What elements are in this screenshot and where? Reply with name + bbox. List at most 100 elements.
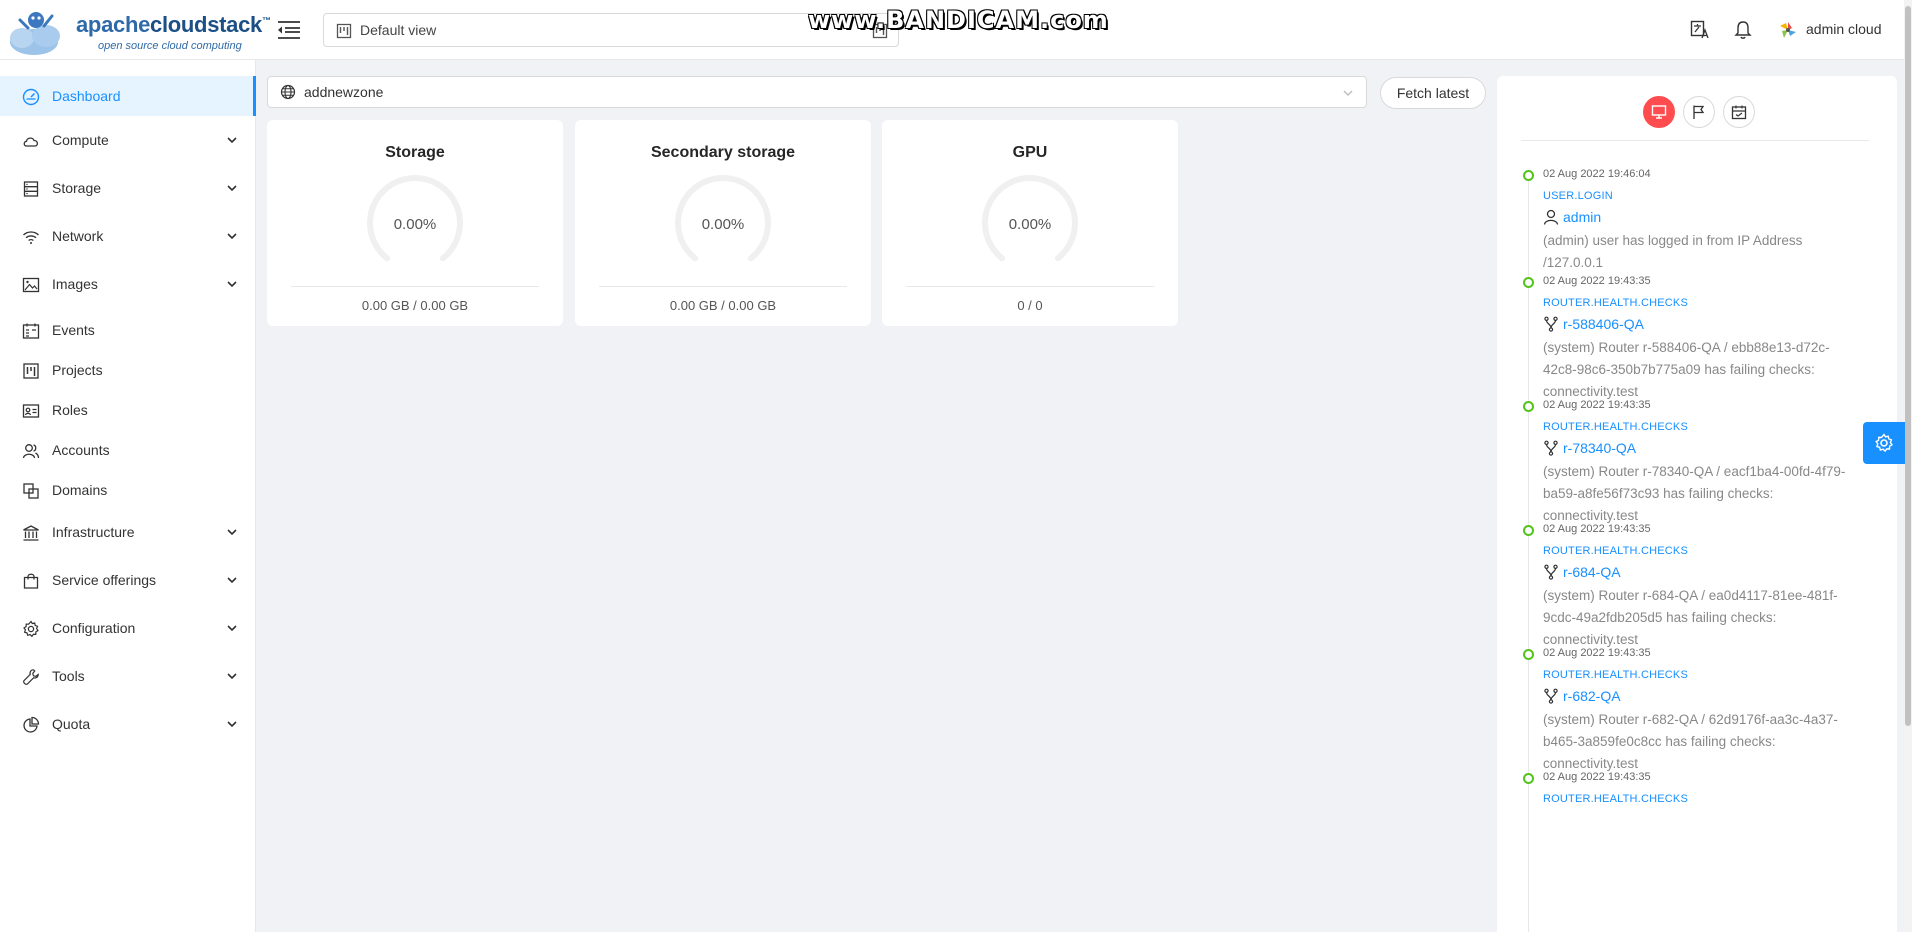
event-time: 02 Aug 2022 19:46:04: [1543, 168, 1651, 180]
sidebar-item-label: Projects: [52, 362, 103, 378]
sidebar-item-dashboard[interactable]: Dashboard: [0, 76, 256, 116]
picture-icon: [22, 277, 40, 293]
sidebar-item-service-offerings[interactable]: Service offerings: [0, 560, 256, 600]
timeline-dot: [1523, 649, 1534, 660]
event-type: ROUTER.HEALTH.CHECKS: [1543, 421, 1688, 433]
sidebar-item-label: Configuration: [52, 620, 136, 636]
chevron-down-icon: [227, 721, 237, 728]
resource-link[interactable]: admin: [1563, 209, 1601, 225]
setting-icon: [23, 620, 39, 638]
sidebar-item-quota[interactable]: Quota: [0, 704, 256, 744]
shopping-icon: [23, 573, 39, 589]
timeline-dot: [1523, 525, 1534, 536]
tool-icon: [23, 669, 39, 685]
event-description: (system) Router r-684-QA / ea0d4117-81ee…: [1543, 588, 1838, 647]
sidebar-item-label: Compute: [52, 132, 109, 148]
sidebar-item-label: Events: [52, 322, 95, 338]
fork-icon: [1544, 440, 1558, 456]
divider: [1521, 140, 1869, 141]
card-title: GPU: [1012, 144, 1048, 161]
panel-tabs: [1497, 96, 1897, 130]
scrollbar-thumb[interactable]: [1905, 6, 1911, 726]
sidebar-item-label: Dashboard: [52, 88, 121, 104]
sidebar-item-storage[interactable]: Storage: [0, 168, 256, 208]
brand-tagline: open source cloud computing: [98, 40, 242, 52]
user-name: admin cloud: [1806, 21, 1882, 37]
usage-footer: 0.00 GB / 0.00 GB: [361, 298, 469, 313]
fetch-latest-button[interactable]: Fetch latest: [1380, 77, 1486, 109]
sidebar-item-network[interactable]: Network: [0, 216, 256, 256]
event-time: 02 Aug 2022 19:43:35: [1543, 523, 1651, 535]
sidebar-item-label: Service offerings: [52, 572, 157, 588]
brand-wordmark: apachecloudstack™: [76, 12, 271, 37]
desktop-icon: [1651, 105, 1667, 119]
view-select-value: Default view: [360, 22, 437, 38]
card-title: Storage: [385, 144, 445, 161]
resource-link[interactable]: r-78340-QA: [1563, 440, 1636, 456]
cloudstack-mascot-icon: [10, 12, 60, 55]
block-icon: [23, 483, 39, 499]
cloud-icon: [23, 137, 38, 147]
usage-percent: 0.00%: [1008, 216, 1052, 233]
event-time: 02 Aug 2022 19:43:35: [1543, 399, 1651, 411]
top-header: apachecloudstack™ open source cloud comp…: [0, 0, 1912, 60]
chevron-down-icon: [227, 577, 237, 584]
sidebar-item-tools[interactable]: Tools: [0, 656, 256, 696]
translate-icon[interactable]: [1690, 20, 1710, 40]
settings-drawer-button[interactable]: [1863, 422, 1905, 464]
event-type: ROUTER.HEALTH.CHECKS: [1543, 793, 1688, 805]
sidebar-item-events[interactable]: Events: [0, 310, 256, 350]
chevron-down-icon: [227, 137, 237, 144]
sidebar-item-label: Tools: [52, 668, 85, 684]
chevron-down-icon: [227, 673, 237, 680]
sidebar-item-roles[interactable]: Roles: [0, 390, 256, 430]
bandicam-watermark: www.BANDICAM.com: [808, 6, 1109, 34]
calendar-icon: [1731, 105, 1747, 120]
sidebar-item-domains[interactable]: Domains: [0, 470, 256, 510]
fork-icon: [1544, 564, 1558, 580]
event-type: ROUTER.HEALTH.CHECKS: [1543, 297, 1688, 309]
zone-select[interactable]: addnewzone: [267, 76, 1367, 108]
menu-fold-icon[interactable]: [276, 18, 302, 42]
chevron-down-icon: [227, 625, 237, 632]
tab-events[interactable]: [1643, 96, 1675, 128]
sidebar-item-projects[interactable]: Projects: [0, 350, 256, 390]
team-icon: [22, 444, 40, 459]
page-scrollbar[interactable]: [1904, 0, 1912, 932]
sidebar-item-label: Images: [52, 276, 98, 292]
avatar: [1780, 22, 1796, 38]
gear-icon: [1875, 433, 1894, 453]
event-type: USER.LOGIN: [1543, 190, 1613, 202]
brand-logo[interactable]: apachecloudstack™ open source cloud comp…: [6, 4, 271, 58]
tab-alerts[interactable]: [1683, 96, 1715, 128]
project-icon: [23, 363, 39, 379]
timeline-dot: [1523, 773, 1534, 784]
user-icon: [1543, 209, 1559, 225]
sidebar-item-infrastructure[interactable]: Infrastructure: [0, 512, 256, 552]
pie-chart-icon: [23, 716, 40, 733]
sidebar-item-accounts[interactable]: Accounts: [0, 430, 256, 470]
usage-footer: 0.00 GB / 0.00 GB: [669, 298, 777, 313]
schedule-icon: [22, 323, 40, 339]
usage-percent: 0.00%: [393, 216, 437, 233]
sidebar-item-label: Network: [52, 228, 104, 244]
resource-link[interactable]: r-682-QA: [1563, 688, 1621, 704]
wifi-icon: [23, 231, 39, 244]
sidebar-item-label: Infrastructure: [52, 524, 135, 540]
resource-link[interactable]: r-684-QA: [1563, 564, 1621, 580]
sidebar-item-label: Accounts: [52, 442, 110, 458]
sidebar-item-images[interactable]: Images: [0, 264, 256, 304]
secondary-storage-card: Secondary storage 0.00% 0.00 GB / 0.00 G…: [575, 120, 871, 326]
storage-card: Storage 0.00% 0.00 GB / 0.00 GB: [267, 120, 563, 326]
bell-icon[interactable]: [1733, 20, 1753, 40]
tab-schedule[interactable]: [1723, 96, 1755, 128]
sidebar-item-compute[interactable]: Compute: [0, 120, 256, 160]
events-panel: 02 Aug 2022 19:46:04 USER.LOGIN admin (a…: [1497, 76, 1897, 932]
resource-link[interactable]: r-588406-QA: [1563, 316, 1644, 332]
event-time: 02 Aug 2022 19:43:35: [1543, 771, 1651, 783]
gpu-card: GPU 0.00% 0 / 0: [882, 120, 1178, 326]
sidebar-item-label: Domains: [52, 482, 108, 498]
bank-icon: [23, 525, 39, 541]
sidebar-item-configuration[interactable]: Configuration: [0, 608, 256, 648]
sidebar-item-label: Quota: [52, 716, 91, 732]
